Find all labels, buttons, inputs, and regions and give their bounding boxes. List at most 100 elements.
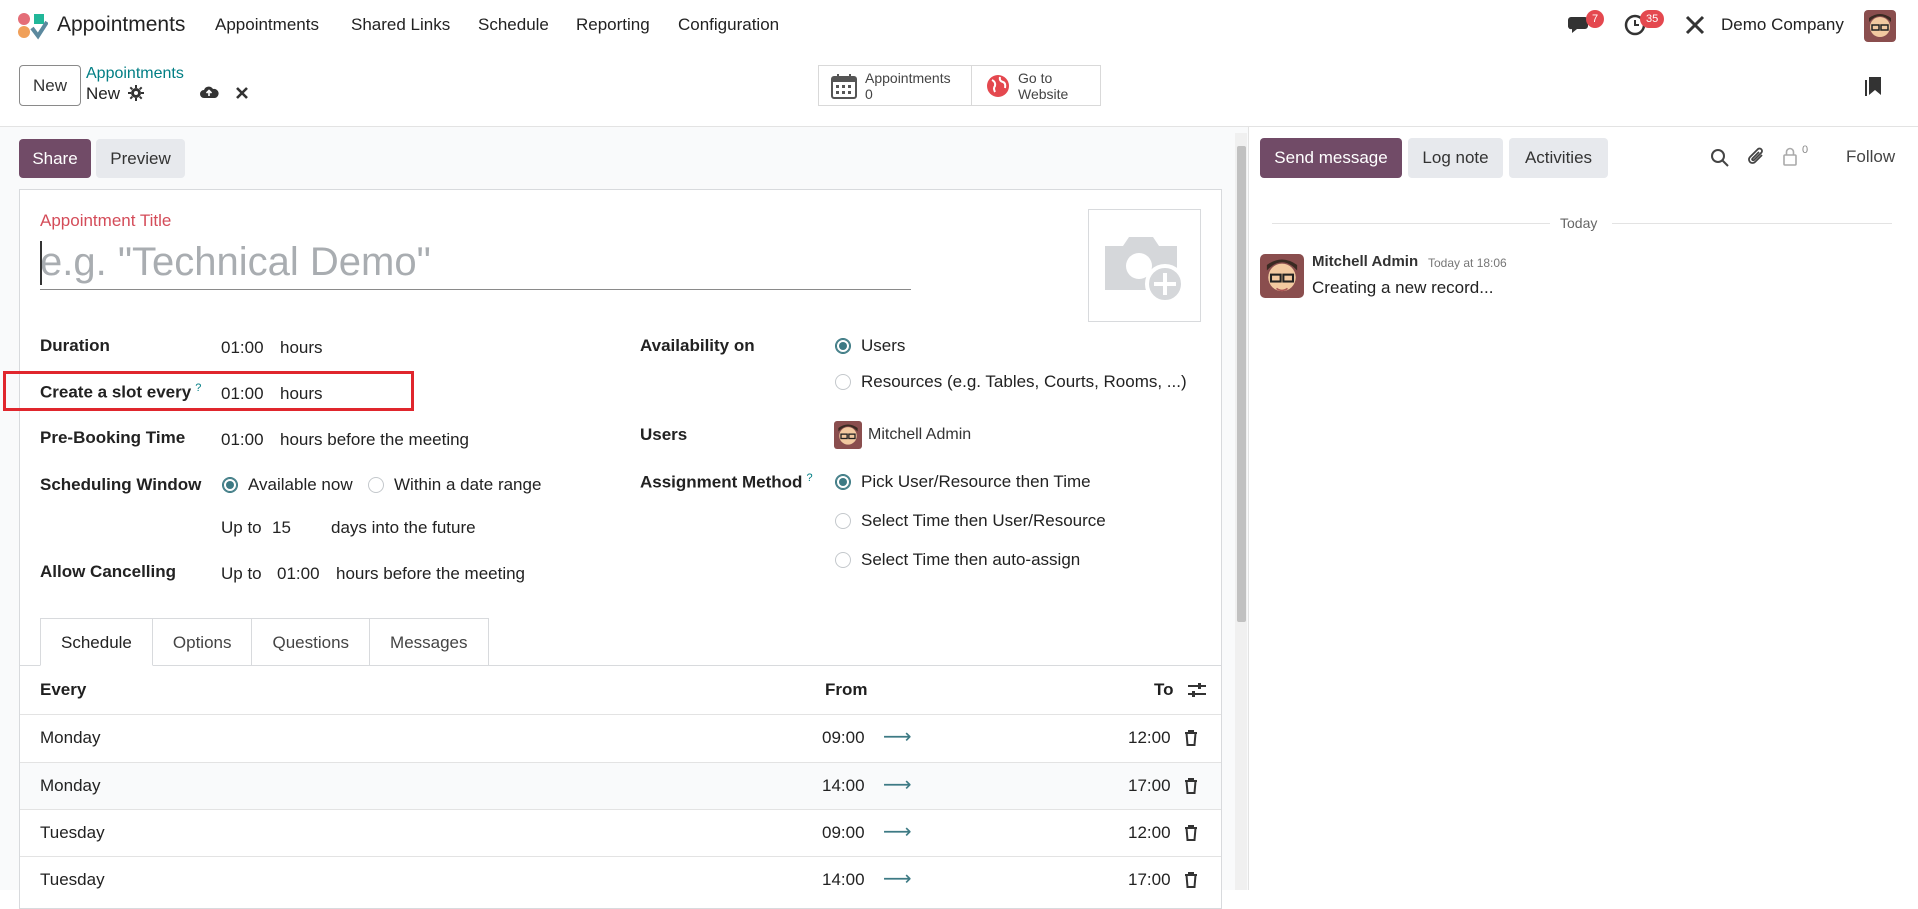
share-button[interactable]: Share xyxy=(19,139,91,178)
gear-icon[interactable] xyxy=(128,85,144,106)
tab-schedule[interactable]: Schedule xyxy=(40,618,153,666)
app-name[interactable]: Appointments xyxy=(57,13,185,37)
assignment-opt2-radio[interactable] xyxy=(835,513,851,529)
activities-button[interactable]: Activities xyxy=(1509,138,1608,178)
slot-help-icon[interactable]: ? xyxy=(195,382,201,394)
window-available-now-label[interactable]: Available now xyxy=(248,475,353,495)
table-row[interactable]: Monday 14:00 ⟶ 17:00 xyxy=(20,762,1221,809)
row-day[interactable]: Tuesday xyxy=(40,823,105,843)
new-button[interactable]: New xyxy=(19,65,81,106)
trash-icon[interactable] xyxy=(1184,730,1198,751)
row-to[interactable]: 12:00 xyxy=(1128,728,1171,748)
send-message-button[interactable]: Send message xyxy=(1260,138,1402,178)
table-row[interactable]: Monday 09:00 ⟶ 12:00 xyxy=(20,714,1221,761)
availability-users-radio[interactable] xyxy=(835,338,851,354)
activities-badge: 35 xyxy=(1640,10,1665,28)
preview-button[interactable]: Preview xyxy=(96,139,185,178)
menu-shared-links[interactable]: Shared Links xyxy=(351,15,450,35)
tab-messages[interactable]: Messages xyxy=(370,618,489,666)
assignment-opt3-radio[interactable] xyxy=(835,552,851,568)
message-author-avatar[interactable] xyxy=(1260,254,1304,298)
tab-questions[interactable]: Questions xyxy=(252,618,371,666)
window-date-range-label[interactable]: Within a date range xyxy=(394,475,541,495)
assignment-opt2-label[interactable]: Select Time then User/Resource xyxy=(861,511,1106,531)
row-to[interactable]: 17:00 xyxy=(1128,870,1171,890)
column-settings-icon[interactable] xyxy=(1188,682,1206,703)
apps-logo-icon[interactable] xyxy=(16,12,48,40)
camera-add-icon xyxy=(1104,236,1185,304)
window-available-now-radio[interactable] xyxy=(222,477,238,493)
assignment-opt1-label[interactable]: Pick User/Resource then Time xyxy=(861,472,1091,492)
chatter-panel xyxy=(1248,127,1918,890)
prebooking-unit: hours before the meeting xyxy=(280,430,470,449)
duration-unit: hours xyxy=(280,338,323,357)
top-navbar: Appointments Appointments Shared Links S… xyxy=(0,0,1918,50)
column-from[interactable]: From xyxy=(825,680,868,700)
row-day[interactable]: Monday xyxy=(40,776,100,796)
user-avatar[interactable] xyxy=(1864,10,1896,42)
bookmark-icon[interactable] xyxy=(1864,75,1884,102)
smart-appointments-label: Appointments xyxy=(865,69,951,86)
follow-button[interactable]: Follow xyxy=(1846,147,1895,167)
smart-button-appointments[interactable]: Appointments 0 xyxy=(818,65,972,106)
company-switcher[interactable]: Demo Company xyxy=(1721,15,1844,35)
row-day[interactable]: Tuesday xyxy=(40,870,105,890)
cancel-upto-label: Up to xyxy=(221,564,262,583)
assignment-opt1-radio[interactable] xyxy=(835,474,851,490)
log-note-button[interactable]: Log note xyxy=(1408,138,1503,178)
menu-schedule[interactable]: Schedule xyxy=(478,15,549,35)
row-from[interactable]: 14:00 xyxy=(822,870,865,890)
image-upload[interactable] xyxy=(1088,209,1201,322)
row-from[interactable]: 09:00 xyxy=(822,823,865,843)
upto-days-input[interactable]: 15 xyxy=(272,518,291,538)
row-day[interactable]: Monday xyxy=(40,728,100,748)
row-from[interactable]: 14:00 xyxy=(822,776,865,796)
row-to[interactable]: 12:00 xyxy=(1128,823,1171,843)
trash-icon[interactable] xyxy=(1184,778,1198,799)
date-separator-left xyxy=(1272,223,1550,224)
assignment-opt3-label[interactable]: Select Time then auto-assign xyxy=(861,550,1080,570)
calendar-icon xyxy=(831,73,857,99)
menu-configuration[interactable]: Configuration xyxy=(678,15,779,35)
slot-interval-input[interactable]: 01:00 xyxy=(221,384,264,404)
cancel-hours-input[interactable]: 01:00 xyxy=(277,564,320,584)
smart-button-go-to-website[interactable]: Go to Website xyxy=(971,65,1101,106)
followers-lock-icon[interactable] xyxy=(1782,147,1798,171)
breadcrumb-appointments[interactable]: Appointments xyxy=(86,65,184,83)
paperclip-icon[interactable] xyxy=(1747,147,1767,172)
table-row[interactable]: Tuesday 09:00 ⟶ 12:00 xyxy=(20,809,1221,856)
column-every[interactable]: Every xyxy=(40,680,86,700)
search-icon[interactable] xyxy=(1710,148,1729,172)
user-tag-avatar xyxy=(834,421,862,449)
message-author[interactable]: Mitchell Admin xyxy=(1312,253,1418,270)
tab-options[interactable]: Options xyxy=(152,618,253,666)
appointment-title-label: Appointment Title xyxy=(40,211,172,230)
appointment-title-input[interactable] xyxy=(40,235,911,290)
window-date-range-radio[interactable] xyxy=(368,477,384,493)
menu-appointments[interactable]: Appointments xyxy=(215,15,319,35)
table-row[interactable]: Tuesday 14:00 ⟶ 17:00 xyxy=(20,856,1221,890)
followers-count: 0 xyxy=(1802,144,1809,156)
date-separator-today: Today xyxy=(1560,215,1598,231)
upto-label: Up to xyxy=(221,518,262,537)
arrow-right-icon: ⟶ xyxy=(883,726,912,748)
arrow-right-icon: ⟶ xyxy=(883,774,912,796)
column-to[interactable]: To xyxy=(1154,680,1174,700)
availability-resources-radio[interactable] xyxy=(835,374,851,390)
row-to[interactable]: 17:00 xyxy=(1128,776,1171,796)
discard-icon[interactable] xyxy=(235,85,249,105)
menu-reporting[interactable]: Reporting xyxy=(576,15,650,35)
prebooking-input[interactable]: 01:00 xyxy=(221,430,264,450)
availability-users-label[interactable]: Users xyxy=(861,336,905,356)
form-scrollbar-thumb[interactable] xyxy=(1237,146,1246,622)
availability-resources-label[interactable]: Resources (e.g. Tables, Courts, Rooms, .… xyxy=(861,372,1187,392)
smart-appointments-count: 0 xyxy=(865,85,873,102)
duration-input[interactable]: 01:00 xyxy=(221,338,264,358)
save-cloud-icon[interactable] xyxy=(199,84,219,105)
slot-interval-label-text: Create a slot every xyxy=(40,382,192,402)
users-tag-name[interactable]: Mitchell Admin xyxy=(868,426,971,444)
debug-tools-icon[interactable] xyxy=(1684,14,1706,41)
trash-icon[interactable] xyxy=(1184,825,1198,846)
assignment-help-icon[interactable]: ? xyxy=(806,472,812,484)
row-from[interactable]: 09:00 xyxy=(822,728,865,748)
